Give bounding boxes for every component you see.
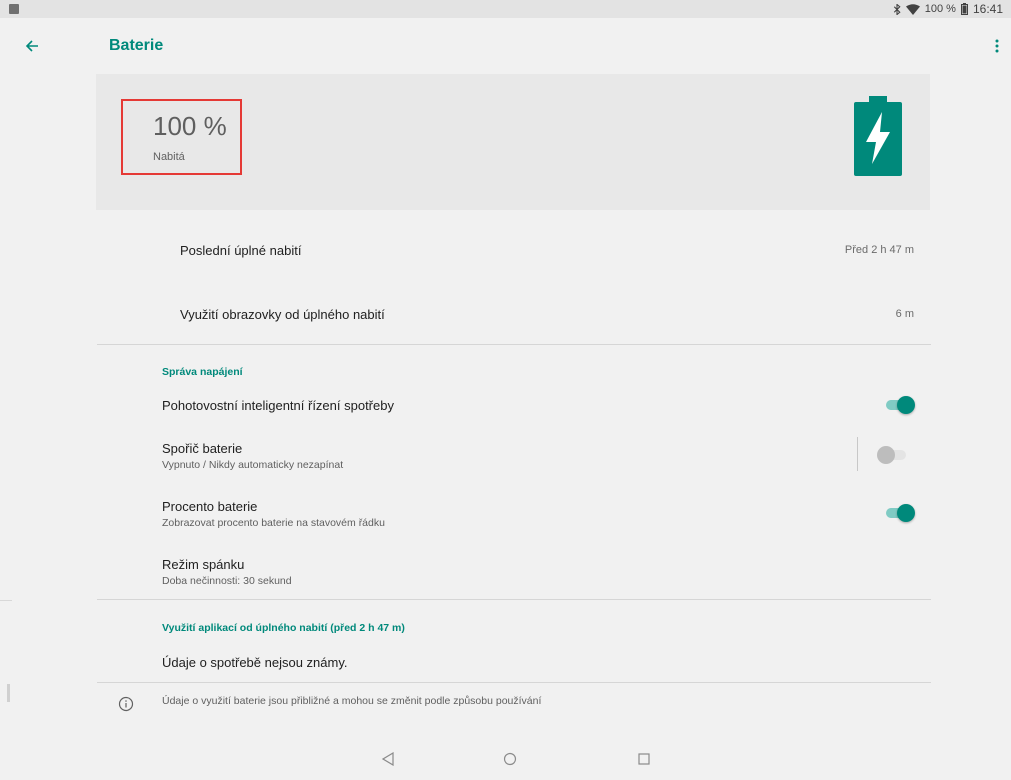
bluetooth-icon <box>893 3 901 15</box>
battery-status: Nabitá <box>153 151 185 163</box>
battery-percentage-toggle[interactable] <box>884 503 915 523</box>
back-arrow-icon[interactable] <box>20 34 44 58</box>
nav-recents-icon[interactable] <box>634 749 654 769</box>
setting-summary: Doba nečinnosti: 30 sekund <box>162 575 292 587</box>
status-time: 16:41 <box>972 2 1003 16</box>
edge-divider <box>0 600 12 601</box>
last-full-charge-value: Před 2 h 47 m <box>844 244 914 256</box>
page-title: Baterie <box>109 37 164 54</box>
nav-home-icon[interactable] <box>500 749 520 769</box>
battery-icon <box>960 3 968 15</box>
section-heading-power: Správa napájení <box>162 366 243 378</box>
divider <box>97 682 931 683</box>
screen-usage-value: 6 m <box>895 308 914 320</box>
last-full-charge-label: Poslední úplné nabití <box>180 243 302 258</box>
battery-charging-icon <box>854 96 902 176</box>
battery-note-text: Údaje o využití baterie jsou přibližné a… <box>162 695 542 707</box>
nav-back-icon[interactable] <box>378 749 398 769</box>
overflow-menu-icon[interactable] <box>985 34 1009 58</box>
battery-percent: 100 % <box>153 111 227 141</box>
setting-label: Spořič baterie <box>162 441 243 456</box>
battery-saver-toggle[interactable] <box>877 445 908 465</box>
setting-label: Procento baterie <box>162 499 258 514</box>
divider <box>97 344 931 345</box>
screen-usage-label: Využití obrazovky od úplného nabití <box>180 307 385 322</box>
setting-summary: Vypnuto / Nikdy automaticky nezapínat <box>162 459 344 471</box>
vertical-separator <box>857 437 858 471</box>
status-battery-percent: 100 % <box>924 3 956 15</box>
section-heading-app-usage: Využití aplikací od úplného nabití (před… <box>162 622 405 634</box>
edge-handle <box>7 684 10 702</box>
usage-unknown-text: Údaje o spotřebě nejsou známy. <box>162 655 348 670</box>
divider <box>97 599 931 600</box>
setting-summary: Zobrazovat procento baterie na stavovém … <box>162 517 385 529</box>
setting-label: Režim spánku <box>162 557 245 572</box>
app-bar: Baterie <box>0 18 1011 74</box>
setting-battery-percentage[interactable]: Procento baterie Zobrazovat procento bat… <box>162 499 385 529</box>
status-icons: 100 % 16:41 <box>893 2 1003 16</box>
setting-smart-standby[interactable]: Pohotovostní inteligentní řízení spotřeb… <box>162 398 394 413</box>
setting-label: Pohotovostní inteligentní řízení spotřeb… <box>162 398 394 413</box>
info-icon <box>118 696 134 712</box>
battery-header: 100 % Nabitá <box>96 74 930 210</box>
setting-sleep-mode[interactable]: Režim spánku Doba nečinnosti: 30 sekund <box>162 557 292 587</box>
status-bar: 100 % 16:41 <box>0 0 1011 18</box>
wifi-icon <box>905 3 920 15</box>
navigation-bar <box>0 738 1011 780</box>
notification-icon <box>9 4 19 14</box>
smart-standby-toggle[interactable] <box>884 395 915 415</box>
setting-battery-saver[interactable]: Spořič baterie Vypnuto / Nikdy automatic… <box>162 441 343 471</box>
